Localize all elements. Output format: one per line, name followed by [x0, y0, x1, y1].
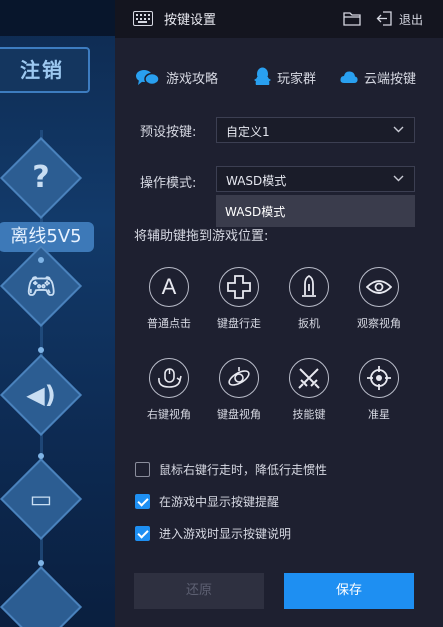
option-show-key-instructions[interactable]: 进入游戏时显示按键说明 [135, 525, 291, 541]
show-key-instructions-label: 进入游戏时显示按键说明 [159, 526, 292, 541]
option-show-key-reminder[interactable]: 在游戏中显示按键提醒 [135, 493, 279, 509]
crosshair-icon [359, 358, 399, 398]
show-key-instructions-checkbox[interactable] [135, 525, 150, 541]
preset-select[interactable]: 自定义1 [216, 117, 415, 143]
eye-icon [359, 267, 399, 307]
question-mark-icon: ? [32, 160, 50, 195]
game-tool-tile [0, 565, 83, 627]
panel-title: 按键设置 [164, 13, 217, 28]
show-key-reminder-checkbox[interactable] [135, 493, 150, 509]
link-cloud-keys[interactable]: 云端按键 [340, 66, 416, 88]
penguin-icon [254, 67, 271, 85]
orbit-rotate-icon [219, 358, 259, 398]
mode-dropdown-option[interactable]: WASD模式 [225, 203, 285, 220]
gamepad-icon: 🎮︎ [25, 272, 57, 300]
message-icon: ▭ [29, 485, 53, 513]
preset-value: 自定义1 [226, 125, 270, 139]
reduce-inertia-checkbox[interactable] [135, 461, 150, 477]
game-path-dot [38, 347, 44, 353]
link-game-guide-label: 游戏攻略 [166, 71, 219, 87]
option-reduce-inertia[interactable]: 鼠标右键行走时，降低行走惯性 [135, 461, 327, 477]
key-crosshair[interactable]: 准星 [344, 358, 414, 422]
exit-button[interactable]: 退出 [399, 11, 423, 28]
key-keyboard-walk[interactable]: 键盘行走 [204, 267, 274, 331]
game-path-dot [38, 453, 44, 459]
letter-a-icon: A [149, 267, 189, 307]
restore-button[interactable]: 还原 [134, 573, 264, 609]
chevron-down-icon [393, 126, 404, 133]
key-observe-view[interactable]: 观察视角 [344, 267, 414, 331]
cloud-icon [340, 71, 358, 83]
mouse-rotate-icon [149, 358, 189, 398]
reduce-inertia-label: 鼠标右键行走时，降低行走惯性 [159, 462, 328, 477]
preset-label: 预设按键: [140, 125, 197, 140]
key-keyboard-walk-label: 键盘行走 [217, 317, 261, 330]
key-normal-click[interactable]: A 普通点击 [134, 267, 204, 331]
keyboard-icon [133, 11, 153, 26]
game-logout-button: 注销 [0, 47, 90, 93]
key-right-click-view-label: 右键视角 [147, 408, 191, 421]
key-skill-label: 技能键 [292, 408, 326, 421]
game-path-dot [38, 257, 44, 263]
show-key-reminder-label: 在游戏中显示按键提醒 [159, 494, 280, 509]
link-player-group-label: 玩家群 [277, 71, 317, 87]
bullet-icon [289, 267, 329, 307]
link-game-guide[interactable]: 游戏攻略 [135, 66, 218, 88]
key-normal-click-label: 普通点击 [147, 317, 191, 330]
link-player-group[interactable]: 玩家群 [254, 66, 316, 88]
key-crosshair-label: 准星 [368, 408, 390, 421]
titlebar: 按键设置 退出 [115, 0, 443, 38]
drag-hint-text: 将辅助键拖到游戏位置: [134, 229, 269, 244]
exit-icon[interactable] [376, 11, 393, 26]
key-trigger[interactable]: 扳机 [274, 267, 344, 331]
key-keyboard-view-label: 键盘视角 [217, 408, 261, 421]
mode-dropdown-list: WASD模式 [216, 195, 415, 227]
key-trigger-label: 扳机 [298, 317, 320, 330]
key-keyboard-view[interactable]: 键盘视角 [204, 358, 274, 422]
dpad-icon [219, 267, 259, 307]
speaker-icon: ◀) [26, 381, 56, 409]
link-cloud-keys-label: 云端按键 [364, 71, 417, 87]
game-path-dot [38, 560, 44, 566]
game-background: 注销 ? 离线5V5 🎮︎ ◀) ▭ [0, 0, 115, 627]
game-top-strip [0, 0, 115, 36]
key-right-click-view[interactable]: 右键视角 [134, 358, 204, 422]
crossed-swords-icon [289, 358, 329, 398]
mode-label: 操作模式: [140, 176, 197, 191]
key-observe-view-label: 观察视角 [357, 317, 401, 330]
save-button[interactable]: 保存 [284, 573, 414, 609]
chat-bubbles-icon [136, 69, 160, 85]
key-settings-panel: 按键设置 退出 游戏攻略 玩家群 云端按键 预设按键: 自定义1 操作模式: W… [115, 0, 443, 627]
game-offline-badge: 离线5V5 [0, 222, 94, 252]
folder-icon[interactable] [343, 11, 361, 26]
mode-select[interactable]: WASD模式 [216, 166, 415, 192]
mode-value: WASD模式 [226, 174, 287, 188]
chevron-down-icon [393, 175, 404, 182]
key-skill[interactable]: 技能键 [274, 358, 344, 422]
